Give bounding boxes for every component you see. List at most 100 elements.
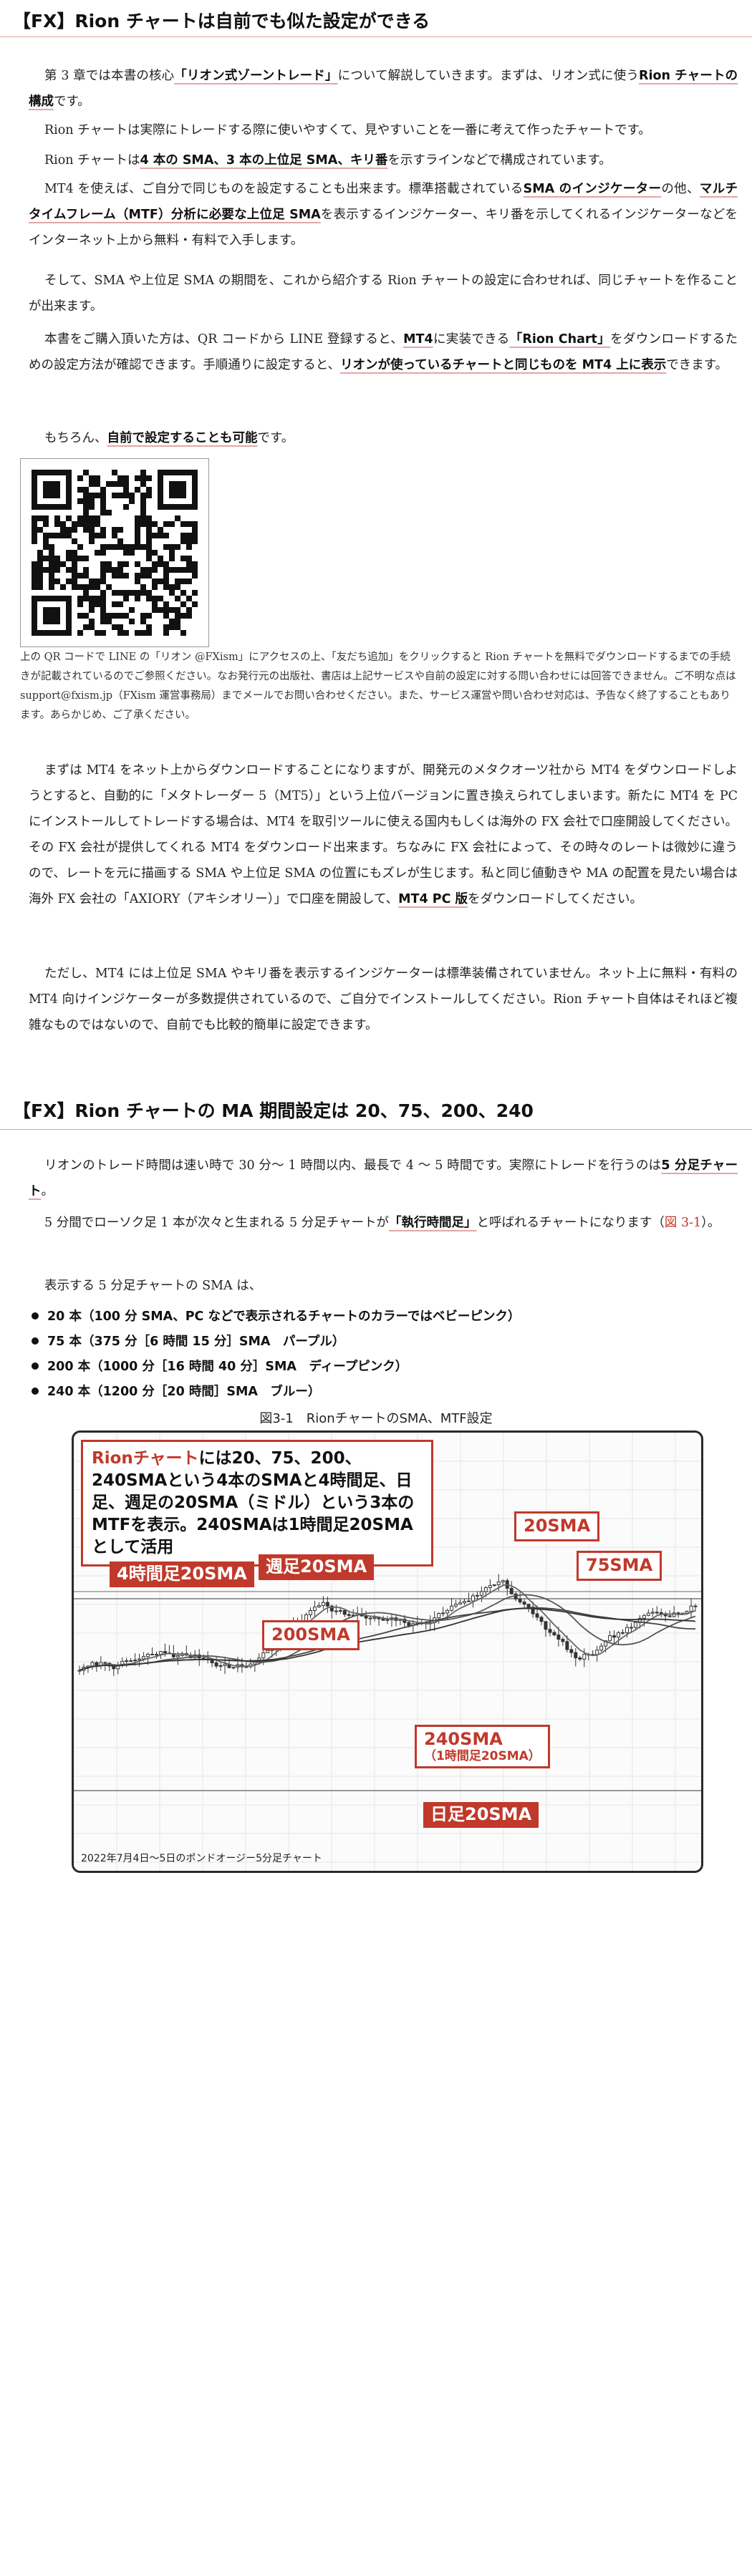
candle-body (325, 1602, 329, 1607)
line-qr-code[interactable] (20, 458, 209, 647)
candle-body (218, 1665, 223, 1667)
candle-body (526, 1604, 531, 1608)
section2-rule (0, 1129, 752, 1130)
keyword-mt4-pc: MT4 PC 版 (398, 892, 468, 906)
bullet-icon (32, 1362, 39, 1370)
keyword-rion-chart-download: 「Rion Chart」 (509, 332, 611, 347)
qr-note: 上の QR コードで LINE の「リオン @FXism」にアクセスの上、「友だ… (20, 652, 736, 721)
candle-body (321, 1602, 325, 1607)
candle-body (488, 1585, 492, 1588)
candle-body (342, 1609, 347, 1615)
keyword-same-chart: リオンが使っているチャートと同じものを MT4 上に表示 (340, 358, 667, 372)
candle-body (574, 1652, 578, 1659)
candle-body (90, 1662, 95, 1667)
candle-body (309, 1609, 312, 1615)
candle-body (548, 1629, 552, 1633)
chart-sublabel: 2022年7月4日〜5日のポンドオージー5分足チャート (81, 1853, 322, 1864)
candle-body (492, 1584, 496, 1587)
section1-title: 【FX】Rion チャートは自前でも似た設定ができる (13, 11, 430, 32)
candle-body (142, 1656, 146, 1660)
candle-body (133, 1660, 138, 1662)
candle-body (608, 1635, 612, 1642)
candle-body (312, 1606, 317, 1611)
callout-weekly-20sma: 週足20SMA (259, 1554, 375, 1580)
candle-body (112, 1665, 116, 1670)
candle-body (667, 1615, 672, 1617)
callout-240sma: 240SMA （1時間足20SMA） (415, 1725, 550, 1769)
list-item: 200 本（1000 分［16 時間 40 分］SMA ディープピンク） (29, 1355, 738, 1380)
candle-body (385, 1619, 390, 1621)
list-item: 240 本（1200 分［20 時間］SMA ブルー） (29, 1380, 738, 1405)
candle-body (454, 1604, 458, 1607)
candle-body (483, 1587, 488, 1592)
candle-body (578, 1657, 582, 1660)
candle-body (437, 1613, 441, 1619)
candle-body (650, 1612, 655, 1614)
bullet-icon (32, 1337, 39, 1345)
sma-list: 20 本（100 分 SMA、PC などで表示されるチャートのカラーではベビーピ… (29, 1304, 738, 1405)
keyword-execution-timeframe: 「執行時間足」 (389, 1216, 477, 1230)
section2-p1: リオンのトレード時間は速い時で 30 分～ 1 時間以内、最長で 4 ～ 5 時… (29, 1158, 738, 1199)
candle-body (158, 1651, 163, 1655)
candle-body (582, 1654, 587, 1660)
candle-body (407, 1622, 411, 1626)
section1-intro: 第 3 章では本書の核心「リオン式ゾーントレード」について解説していきます。まず… (29, 69, 738, 109)
candle-body (129, 1660, 133, 1662)
keyword-sma-indicator: SMA のインジケーター (523, 182, 662, 196)
bullet-icon (32, 1388, 39, 1395)
candle-body (617, 1632, 620, 1638)
candle-body (612, 1635, 617, 1638)
keyword-sma-composition: 4 本の SMA、3 本の上位足 SMA、キリ番 (140, 153, 388, 168)
candle-body (463, 1601, 466, 1604)
callout-h4-20sma: 4時間足20SMA (110, 1561, 254, 1587)
list-item: 75 本（375 分［6 時間 15 分］SMA パープル） (29, 1330, 738, 1355)
rion-chart-figure: Rionチャートには20、75、200、240SMAという4本のSMAと4時間足… (72, 1430, 703, 1873)
candle-body (595, 1650, 599, 1655)
candle-body (450, 1605, 454, 1611)
candle-body (496, 1582, 501, 1585)
candle-body (599, 1645, 604, 1651)
candle-body (317, 1605, 321, 1607)
candle-body (458, 1602, 463, 1605)
keyword-rion-zone-trade: 「リオン式ゾーントレード」 (174, 69, 338, 83)
candle-body (565, 1641, 569, 1650)
section1-p6: 本書をご購入頂いた方は、QR コードから LINE 登録すると、MT4に実装でき… (29, 332, 738, 372)
candle-body (544, 1621, 548, 1630)
candle-body (338, 1609, 342, 1612)
section1-p5: そして、SMA や上位足 SMA の期間を、これから紹介する Rion チャート… (29, 273, 738, 314)
candle-body (381, 1618, 385, 1621)
candle-body (629, 1627, 633, 1629)
candle-body (175, 1655, 180, 1657)
figure-explanation: Rionチャートには20、75、200、240SMAという4本のSMAと4時間足… (81, 1440, 433, 1567)
callout-20sma: 20SMA (514, 1511, 600, 1541)
candle-body (466, 1600, 471, 1602)
section2-heading: 【FX】Rion チャートの MA 期間設定は 20、75、200、240 (0, 1097, 752, 1131)
candle-body (223, 1663, 227, 1666)
candle-body (445, 1609, 450, 1614)
candle-body (214, 1662, 218, 1667)
candle-body (556, 1635, 561, 1640)
figure-reference[interactable]: 図 3-1 (665, 1216, 701, 1230)
candle-body (372, 1617, 377, 1619)
candle-body (561, 1639, 565, 1642)
sma20-line (79, 1584, 696, 1671)
candle-body (479, 1591, 483, 1596)
callout-200sma: 200SMA (262, 1620, 360, 1650)
candle-body (201, 1657, 206, 1660)
section1-p7: もちろん、自前で設定することも可能です。 (44, 431, 294, 445)
section1-p2: Rion チャートは実際にトレードする際に使いやすくて、見やすいことを一番に考え… (44, 123, 651, 137)
section1-p8: まずは MT4 をネット上からダウンロードすることになりますが、開発元のメタクオ… (29, 763, 738, 906)
candle-body (509, 1587, 514, 1594)
candle-body (518, 1598, 522, 1603)
candle-body (693, 1605, 698, 1607)
candle-body (552, 1632, 556, 1636)
candle-body (95, 1662, 99, 1666)
candle-body (471, 1595, 475, 1602)
section1-p4: MT4 を使えば、ご自分で同じものを設定することも出来ます。標準搭載されているS… (29, 182, 738, 248)
candle-body (261, 1652, 266, 1659)
section1-heading: 【FX】Rion チャートは自前でも似た設定ができる (0, 7, 752, 39)
candle-body (163, 1651, 167, 1654)
candle-body (539, 1617, 544, 1622)
candle-body (231, 1667, 236, 1669)
candle-body (125, 1660, 129, 1662)
